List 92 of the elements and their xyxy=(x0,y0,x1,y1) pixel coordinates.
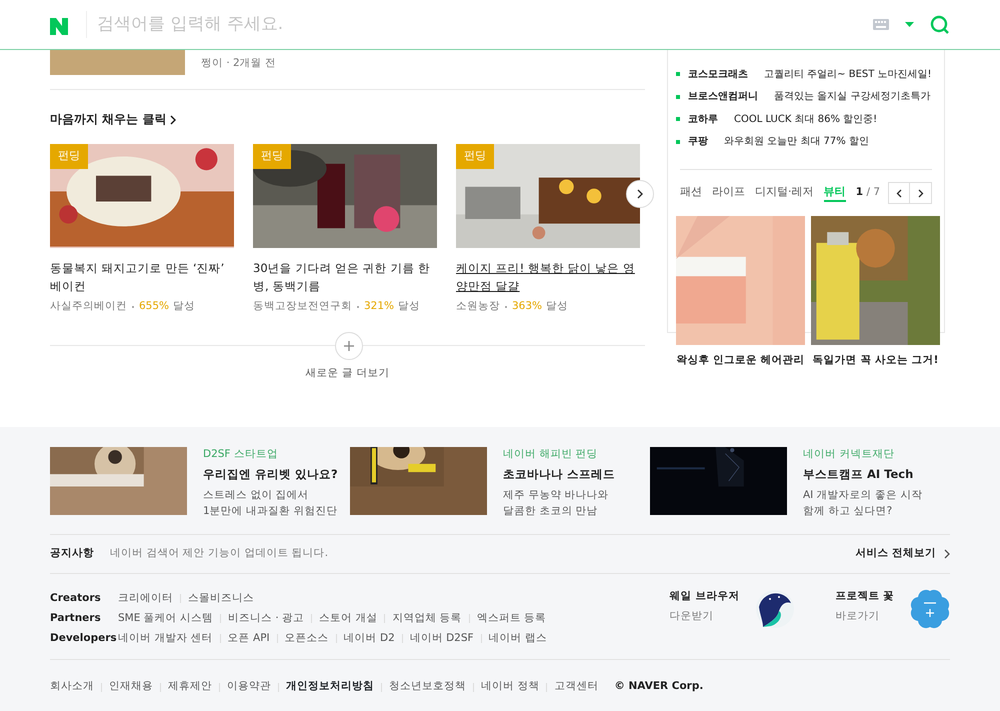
copyright: © NAVER Corp. xyxy=(614,679,704,694)
promo-text: 스트레스 없이 집에서 xyxy=(203,488,310,503)
app-name[interactable]: 프로젝트 꽃 xyxy=(835,588,894,604)
chevron-right-icon xyxy=(637,189,643,199)
footer-link[interactable]: 청소년보호정책 xyxy=(389,679,466,696)
row-label: Developers xyxy=(50,630,118,646)
previous-button[interactable] xyxy=(888,182,910,204)
bullet-icon xyxy=(676,140,680,144)
promo-text[interactable]: 품격있는 올지실 구강세정기초특가 xyxy=(774,89,930,104)
promo-text: 함께 하고 싶다면? xyxy=(803,504,894,519)
chevron-right-icon xyxy=(944,548,950,559)
product-caption[interactable]: 독일가면 꼭 사오는 그거! xyxy=(811,353,940,369)
next-button[interactable] xyxy=(910,182,932,204)
more-label[interactable]: 새로운 글 더보기 xyxy=(306,366,390,382)
next-button[interactable] xyxy=(626,180,654,208)
funding-status: 달성 xyxy=(546,299,568,314)
promo-text[interactable]: 고퀄리티 주얼리~ BEST 노마진세일! xyxy=(764,66,932,82)
more-button[interactable] xyxy=(335,332,363,360)
search-icon[interactable] xyxy=(930,14,950,34)
footer-link[interactable]: 제휴제안 xyxy=(168,679,212,696)
footer-link[interactable]: 회사소개 xyxy=(50,679,94,696)
plus-icon xyxy=(344,340,354,351)
app-link[interactable]: 바로가기 xyxy=(835,608,894,624)
badge-label: 펀딩 xyxy=(253,144,291,168)
footer-link[interactable]: 스토어 개설 xyxy=(319,610,378,627)
badge-label: 펀딩 xyxy=(456,144,494,168)
footer-link[interactable]: 이용약관 xyxy=(227,679,271,696)
category-tab[interactable]: 디지털·레저 xyxy=(755,184,814,200)
card-title[interactable]: 케이지 프리! 행복한 닭이 낳은 영양만점 달걀 xyxy=(456,259,640,295)
footer-link[interactable]: SME 풀케어 시스템 xyxy=(118,610,214,627)
brand-name[interactable]: 코하루 xyxy=(688,112,718,127)
funding-rate: 363% xyxy=(512,299,542,314)
promo-text: 제주 무농약 바나나와 xyxy=(503,488,610,503)
funding-status: 달성 xyxy=(398,299,420,314)
funding-rate: 655% xyxy=(139,299,170,314)
search-field[interactable]: 검색어를 입력해 주세요. xyxy=(86,10,873,38)
promo-text: 1분만에 내과질환 위험진단 xyxy=(203,504,338,519)
footer-link[interactable]: 네이버 랩스 xyxy=(488,630,547,647)
bullet-icon xyxy=(676,94,680,99)
brand-name[interactable]: 쿠팡 xyxy=(688,134,708,150)
bullet-icon xyxy=(676,72,680,76)
brand-name[interactable]: 코스모크래츠 xyxy=(688,66,748,82)
card-author: 사실주의베이컨 xyxy=(50,299,127,314)
app-link[interactable]: 다운받기 xyxy=(670,608,740,624)
app-name[interactable]: 웨일 브라우저 xyxy=(670,588,740,604)
footer-link[interactable]: 오픈 API xyxy=(228,630,270,647)
section-title[interactable]: 마음까지 채우는 클릭 xyxy=(50,110,166,128)
funding-status: 달성 xyxy=(173,299,196,314)
footer-link[interactable]: 엑스퍼트 등록 xyxy=(476,610,546,627)
row-label: Partners xyxy=(50,610,102,626)
footer-link[interactable]: 지역업체 등록 xyxy=(392,610,462,627)
footer-link[interactable]: 네이버 D2 xyxy=(344,630,395,647)
chevron-left-icon xyxy=(896,188,902,198)
notice-text[interactable]: 네이버 검색어 제안 기능이 업데이트 됩니다. xyxy=(110,546,328,562)
card-title[interactable]: 동물복지 돼지고기로 만든 ‘진짜’ 베이컨 xyxy=(50,259,234,295)
whale-app-icon[interactable] xyxy=(755,588,796,629)
row-label: Creators xyxy=(50,590,102,606)
chevron-right-icon xyxy=(918,188,924,198)
funding-rate: 321% xyxy=(364,299,394,314)
footer-link[interactable]: 크리에이터 xyxy=(118,590,173,607)
bullet-icon xyxy=(676,117,680,122)
promo-text: 달콤한 초코의 만남 xyxy=(503,504,599,519)
card-author: 소원농장 xyxy=(456,299,500,314)
promo-title[interactable]: 부스트캠프 AI Tech xyxy=(803,466,922,483)
flower-app-icon[interactable] xyxy=(910,588,950,629)
category-tab[interactable]: 패션 xyxy=(680,184,702,200)
footer-link[interactable]: 네이버 개발자 센터 xyxy=(118,630,213,647)
brand-name[interactable]: 브로스앤컴퍼니 xyxy=(688,89,758,104)
footer-link[interactable]: 네이버 D2SF xyxy=(410,630,474,647)
promo-text[interactable]: COOL LUCK 최대 86% 할인중! xyxy=(734,112,878,127)
post-meta: 쩡이 · 2개월 전 xyxy=(201,56,276,71)
card-title[interactable]: 30년을 기다려 얻은 귀한 기름 한 병, 동백기름 xyxy=(253,259,437,295)
notice-label: 공지사항 xyxy=(50,546,94,561)
category-tab[interactable]: 라이프 xyxy=(712,184,745,200)
footer-link[interactable]: 인재채용 xyxy=(109,679,153,696)
footer-link[interactable]: 오픈소스 xyxy=(284,630,329,647)
page-indicator: 1 / 7 xyxy=(856,185,880,200)
promo-text: AI 개발자로의 좋은 시작 xyxy=(803,488,922,503)
dropdown-icon[interactable] xyxy=(905,22,914,27)
badge-label: 펀딩 xyxy=(50,144,88,168)
footer-link[interactable]: 비즈니스 · 광고 xyxy=(228,610,304,627)
promo-title[interactable]: 초코바나나 스프레드 xyxy=(503,466,616,483)
card-author: 동백고장보전연구회 xyxy=(253,299,352,314)
chevron-right-icon xyxy=(170,115,176,126)
footer-link[interactable]: 네이버 정책 xyxy=(481,679,540,696)
promo-title[interactable]: 우리집엔 유리벳 있나요? xyxy=(203,466,338,483)
footer-link[interactable]: 스몰비즈니스 xyxy=(188,590,254,607)
footer-link[interactable]: 고객센터 xyxy=(554,679,598,696)
footer-link[interactable]: 개인정보처리방침 xyxy=(286,679,374,696)
product-caption[interactable]: 왁싱후 인그로운 헤어관리 xyxy=(676,353,805,369)
promo-text[interactable]: 와우회원 오늘만 최대 77% 할인 xyxy=(724,134,869,150)
all-services-link[interactable]: 서비스 전체보기 xyxy=(855,546,936,562)
